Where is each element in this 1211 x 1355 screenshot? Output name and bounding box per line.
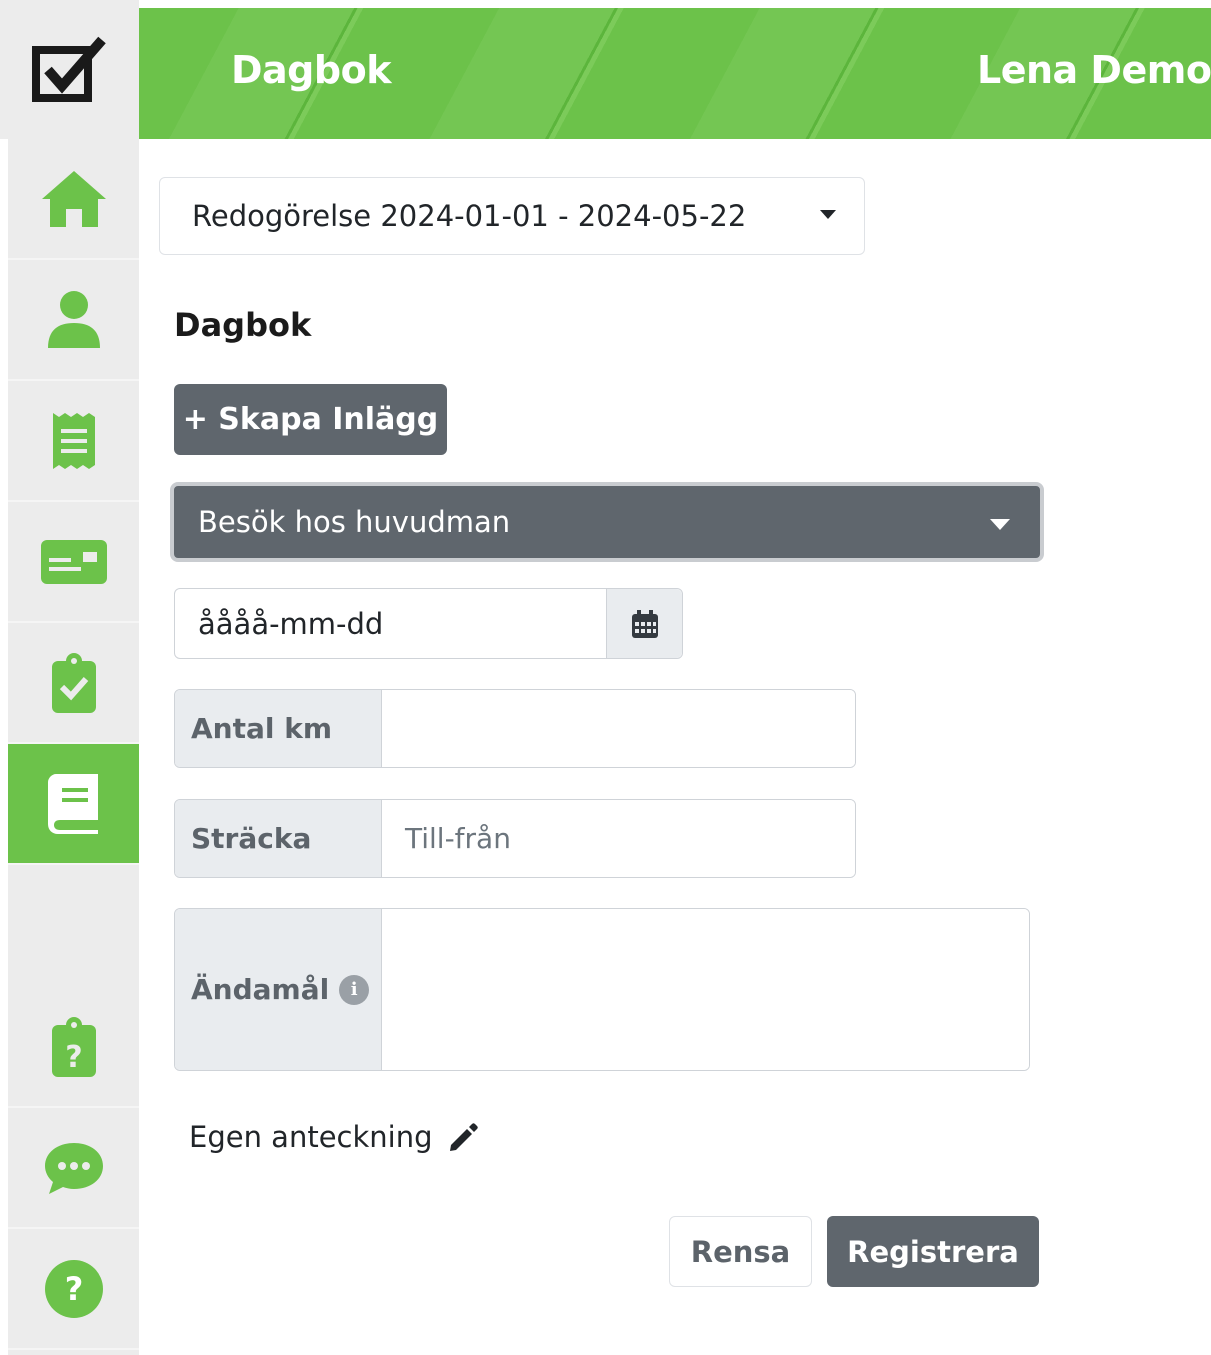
- receipt-icon: [52, 412, 95, 469]
- help-icon: ?: [44, 1259, 103, 1318]
- section-title: Dagbok: [174, 306, 312, 344]
- purpose-field-group: Ändamål i: [174, 908, 1030, 1071]
- sidebar-item-tasks[interactable]: [8, 623, 139, 744]
- user-icon: [47, 290, 100, 348]
- chevron-down-icon: [990, 519, 1010, 530]
- book-icon: [47, 773, 98, 834]
- route-input[interactable]: Till-från: [382, 800, 855, 877]
- clipboard-question-icon: ?: [51, 1016, 96, 1077]
- calendar-button[interactable]: [607, 589, 682, 658]
- sidebar-item-help[interactable]: ?: [8, 1229, 139, 1350]
- app-logo[interactable]: [0, 0, 139, 139]
- period-select-value: Redogörelse 2024-01-01 - 2024-05-22: [192, 199, 747, 233]
- user-name[interactable]: Lena Demo: [977, 48, 1211, 92]
- chevron-down-icon: [820, 210, 836, 219]
- sidebar-item-home[interactable]: [8, 139, 139, 260]
- svg-text:?: ?: [64, 1270, 83, 1308]
- purpose-textarea[interactable]: [382, 909, 1029, 1070]
- sidebar-item-diary[interactable]: [8, 744, 139, 865]
- entry-type-select[interactable]: Besök hos huvudman: [170, 482, 1044, 562]
- info-icon[interactable]: i: [339, 974, 370, 1005]
- own-note-label: Egen anteckning: [189, 1120, 433, 1154]
- id-card-icon: [40, 539, 107, 584]
- svg-text:?: ?: [65, 1040, 82, 1075]
- km-label: Antal km: [175, 690, 382, 767]
- checkbox-logo-icon: [31, 36, 106, 102]
- home-icon: [41, 170, 106, 227]
- clipboard-check-icon: [51, 652, 96, 713]
- route-field-group: Sträcka Till-från: [174, 799, 856, 878]
- km-field-group: Antal km: [174, 689, 856, 768]
- date-input[interactable]: åååå-mm-dd: [175, 589, 608, 658]
- period-select[interactable]: Redogörelse 2024-01-01 - 2024-05-22: [159, 177, 865, 255]
- chat-icon: [44, 1142, 103, 1194]
- register-button[interactable]: Registrera: [827, 1216, 1039, 1287]
- sidebar-item-questions[interactable]: ?: [8, 987, 139, 1108]
- sidebar-item-messages[interactable]: [8, 1108, 139, 1229]
- sidebar: ? ?: [8, 139, 139, 1355]
- entry-type-value: Besök hos huvudman: [198, 505, 511, 539]
- km-input[interactable]: [382, 690, 855, 767]
- top-bar: Dagbok Lena Demo: [139, 8, 1211, 139]
- sidebar-item-receipts[interactable]: [8, 381, 139, 502]
- sidebar-item-id-card[interactable]: [8, 502, 139, 623]
- purpose-label-wrap: Ändamål i: [175, 909, 382, 1070]
- own-note-link[interactable]: Egen anteckning: [189, 1120, 479, 1154]
- route-label: Sträcka: [175, 800, 382, 877]
- date-field-group: åååå-mm-dd: [174, 588, 683, 659]
- sidebar-item-profile[interactable]: [8, 260, 139, 381]
- calendar-icon: [631, 609, 658, 638]
- purpose-label: Ändamål: [191, 973, 330, 1006]
- page-header-title: Dagbok: [231, 48, 391, 92]
- clear-button[interactable]: Rensa: [669, 1216, 812, 1287]
- create-entry-button[interactable]: + Skapa Inlägg: [174, 384, 447, 455]
- pencil-icon: [449, 1123, 478, 1151]
